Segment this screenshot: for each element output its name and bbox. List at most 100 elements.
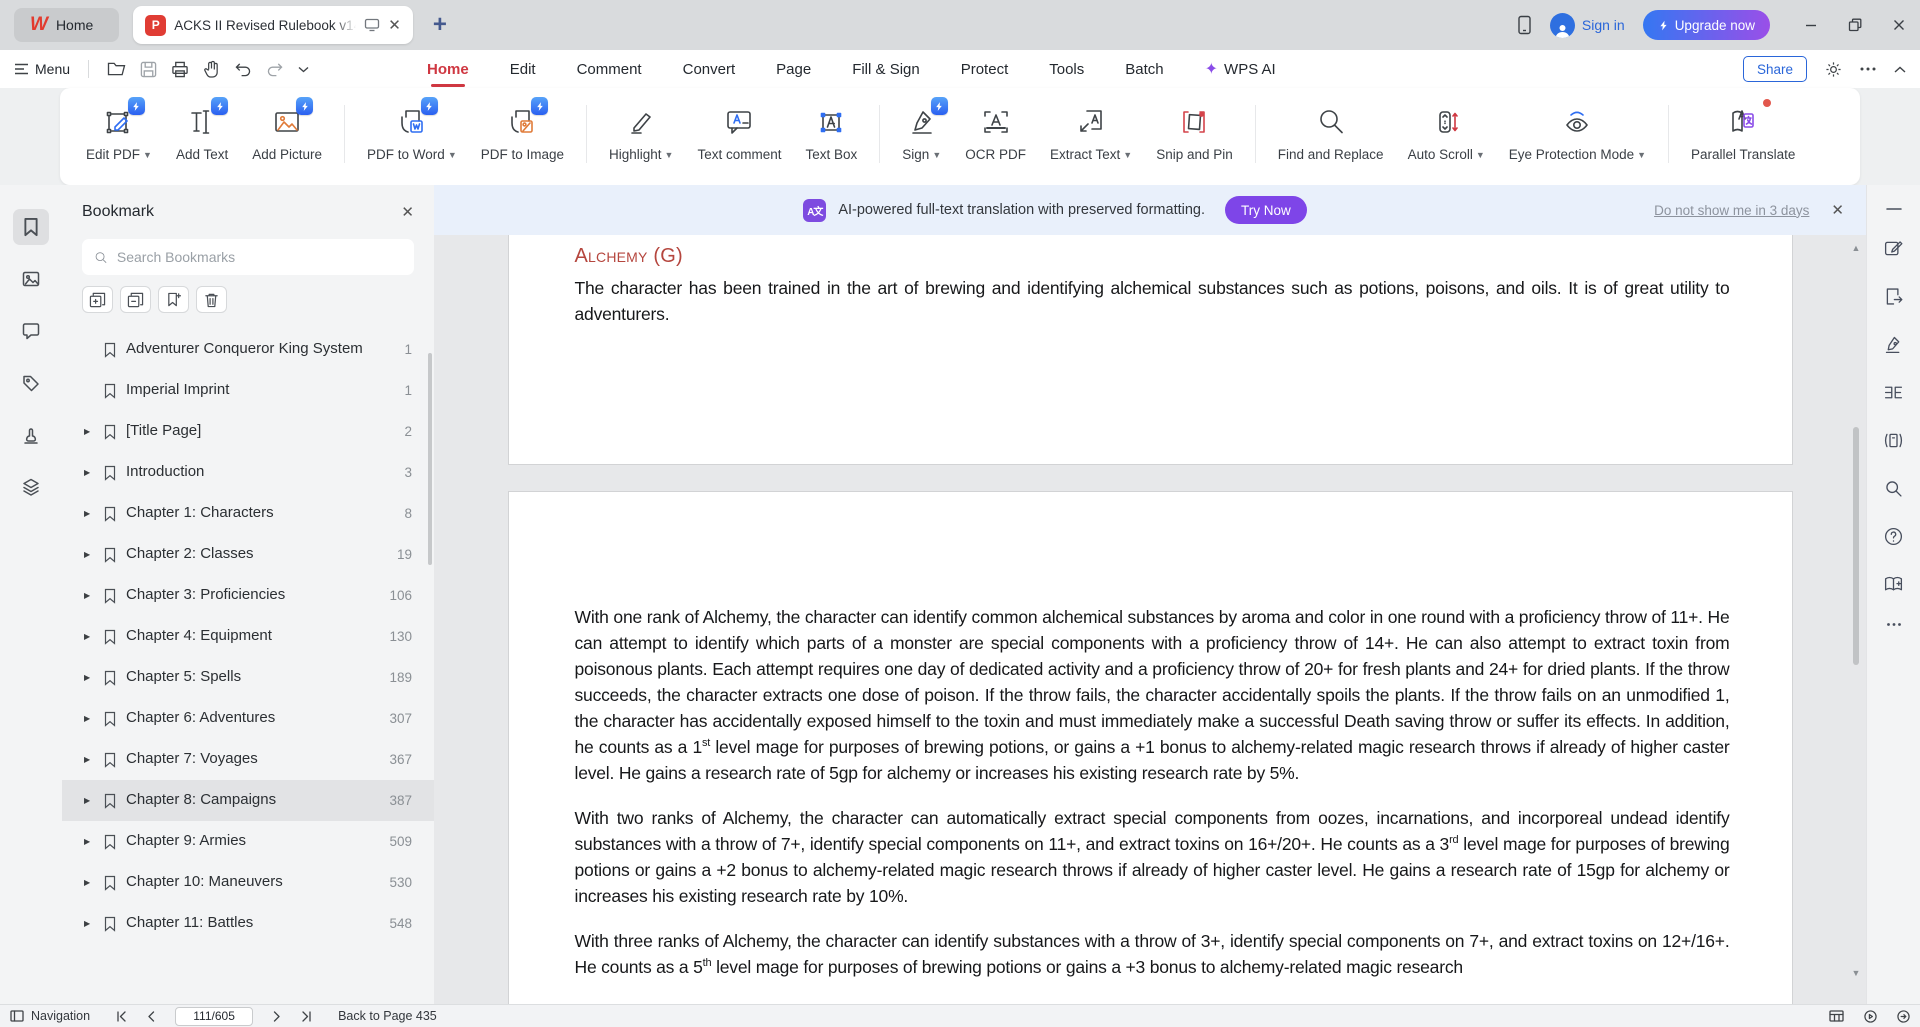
menu-item-batch[interactable]: Batch [1123, 53, 1165, 86]
scroll-view-icon[interactable] [1883, 430, 1904, 451]
expand-arrow-icon[interactable]: ▶ [84, 714, 94, 723]
bookmark-item[interactable]: ▶ Chapter 7: Voyages 367 [82, 739, 414, 780]
menu-item-comment[interactable]: Comment [575, 53, 644, 86]
extract-text-button[interactable]: Extract Text ▼ [1038, 105, 1144, 162]
bookmark-item-selected[interactable]: ▶ Chapter 8: Campaigns 387 [62, 780, 434, 821]
bookmark-item[interactable]: ▶ Adventurer Conqueror King System 1 [82, 329, 414, 370]
close-window-icon[interactable] [1892, 18, 1906, 32]
expand-arrow-icon[interactable]: ▶ [84, 673, 94, 682]
text-box-button[interactable]: Text Box [794, 105, 870, 162]
bookmark-search[interactable] [82, 239, 414, 275]
expand-arrow-icon[interactable]: ▶ [84, 509, 94, 518]
highlight-button[interactable]: Highlight ▼ [597, 105, 685, 162]
first-page-icon[interactable] [116, 1010, 127, 1022]
tags-panel-tab[interactable] [13, 365, 49, 401]
hand-tool-icon[interactable] [203, 60, 220, 78]
ocr-pdf-button[interactable]: OCR PDF [953, 105, 1038, 162]
bookmark-item[interactable]: ▶ Chapter 9: Armies 509 [82, 821, 414, 862]
auto-scroll-button[interactable]: Auto Scroll ▼ [1396, 105, 1497, 162]
gear-icon[interactable] [1825, 61, 1842, 78]
text-comment-button[interactable]: Text comment [685, 105, 793, 162]
bookmark-item[interactable]: ▶ Chapter 5: Spells 189 [82, 657, 414, 698]
help-icon[interactable] [1883, 526, 1904, 547]
snip-and-pin-button[interactable]: Snip and Pin [1144, 105, 1245, 162]
more-tools-icon[interactable] [1886, 622, 1902, 627]
collapse-rail-icon[interactable] [1885, 207, 1902, 211]
sign-in-button[interactable]: Sign in [1549, 12, 1625, 38]
scroll-up-arrow[interactable]: ▲ [1852, 243, 1861, 253]
menu-item-edit[interactable]: Edit [508, 53, 538, 86]
bookmark-item[interactable]: ▶ Chapter 2: Classes 19 [82, 534, 414, 575]
try-now-button[interactable]: Try Now [1225, 196, 1307, 224]
minimize-icon[interactable] [1804, 18, 1818, 32]
document-scrollbar[interactable]: ▲ ▼ [1850, 243, 1862, 978]
thumbnails-view-icon[interactable] [1829, 1010, 1844, 1022]
close-notification-icon[interactable]: ✕ [1831, 201, 1844, 219]
pdf-to-image-button[interactable]: PDF to Image [469, 97, 576, 162]
signature-pen-icon[interactable] [1883, 334, 1904, 355]
signature-panel-tab[interactable] [13, 417, 49, 453]
upgrade-button[interactable]: Upgrade now [1642, 10, 1770, 40]
menu-item-protect[interactable]: Protect [959, 53, 1011, 86]
bookmarks-panel-tab[interactable] [13, 209, 49, 245]
bookmark-item[interactable]: ▶ Chapter 6: Adventures 307 [82, 698, 414, 739]
home-tab[interactable]: W Home [14, 8, 120, 42]
add-picture-button[interactable]: Add Picture [240, 97, 334, 162]
expand-arrow-icon[interactable]: ▶ [84, 427, 94, 436]
annotate-icon[interactable] [1883, 238, 1904, 259]
expand-arrow-icon[interactable]: ▶ [84, 837, 94, 846]
add-bookmark-button[interactable] [158, 286, 189, 313]
bookmark-item[interactable]: ▶ Chapter 10: Maneuvers 530 [82, 862, 414, 903]
navigation-toggle[interactable]: Navigation [10, 1009, 90, 1023]
expand-arrow-icon[interactable]: ▶ [84, 468, 94, 477]
find-and-replace-button[interactable]: Find and Replace [1266, 105, 1396, 162]
menu-item-tools[interactable]: Tools [1047, 53, 1086, 86]
mobile-device-icon[interactable] [1517, 15, 1532, 35]
expand-arrow-icon[interactable]: ▶ [84, 878, 94, 887]
expand-arrow-icon[interactable]: ▶ [84, 919, 94, 928]
redo-icon[interactable] [266, 62, 284, 77]
restore-window-icon[interactable] [1848, 18, 1862, 32]
open-file-icon[interactable] [107, 61, 126, 77]
comments-panel-tab[interactable] [13, 313, 49, 349]
side-by-side-view-icon[interactable] [1883, 382, 1904, 403]
bookmark-item[interactable]: ▶ Chapter 3: Proficiencies 106 [82, 575, 414, 616]
collapse-all-button[interactable] [120, 286, 151, 313]
expand-arrow-icon[interactable]: ▶ [84, 632, 94, 641]
layers-panel-tab[interactable] [13, 469, 49, 505]
search-icon[interactable] [1883, 478, 1904, 499]
menu-item-fill-sign[interactable]: Fill & Sign [850, 53, 922, 86]
expand-arrow-icon[interactable]: ▶ [84, 796, 94, 805]
fullscreen-circle-icon[interactable] [1897, 1009, 1910, 1023]
delete-bookmark-button[interactable] [196, 286, 227, 313]
bookmark-item[interactable]: ▶ Imperial Imprint 1 [82, 370, 414, 411]
bookmark-item[interactable]: ▶ Chapter 4: Equipment 130 [82, 616, 414, 657]
bookmark-item[interactable]: ▶ Chapter 1: Characters 8 [82, 493, 414, 534]
previous-page-icon[interactable] [147, 1010, 155, 1022]
bookmark-item[interactable]: ▶ [Title Page] 2 [82, 411, 414, 452]
expand-arrow-icon[interactable]: ▶ [84, 591, 94, 600]
chevron-down-icon[interactable] [298, 66, 309, 73]
close-tab-icon[interactable]: ✕ [388, 16, 401, 34]
save-icon[interactable] [140, 61, 157, 78]
main-menu-button[interactable]: Menu [14, 61, 70, 77]
collapse-toolbar-icon[interactable] [1894, 66, 1906, 73]
eye-protection-mode-button[interactable]: Eye Protection Mode ▼ [1497, 105, 1658, 162]
images-panel-tab[interactable] [13, 261, 49, 297]
undo-icon[interactable] [234, 62, 252, 77]
expand-arrow-icon[interactable]: ▶ [84, 550, 94, 559]
menu-item-wps-ai[interactable]: ✦ WPS AI [1203, 51, 1278, 87]
document-tab[interactable]: P ACKS II Revised Rulebook v14 ✕ [133, 6, 413, 44]
parallel-translate-button[interactable]: Parallel Translate [1679, 99, 1807, 162]
dismiss-link[interactable]: Do not show me in 3 days [1654, 203, 1809, 218]
share-button[interactable]: Share [1742, 56, 1807, 82]
back-to-page-button[interactable]: Back to Page 435 [338, 1009, 437, 1023]
new-tab-button[interactable]: + [433, 13, 447, 37]
menu-item-page[interactable]: Page [774, 53, 813, 86]
close-panel-icon[interactable]: ✕ [401, 203, 414, 221]
page-indicator[interactable]: 111/605 [175, 1006, 254, 1026]
last-page-icon[interactable] [301, 1010, 312, 1022]
bookmark-item[interactable]: ▶ Introduction 3 [82, 452, 414, 493]
menu-item-convert[interactable]: Convert [681, 53, 738, 86]
expand-arrow-icon[interactable]: ▶ [84, 755, 94, 764]
